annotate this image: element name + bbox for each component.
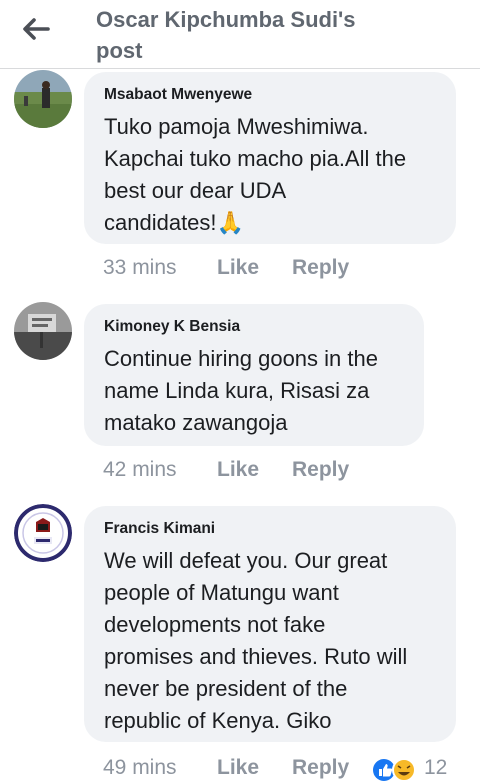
comment-line: We will defeat you. Our great — [104, 548, 388, 573]
pray-emoji: 🙏 — [216, 210, 244, 235]
comment-bubble[interactable]: Francis Kimani We will defeat you. Our g… — [84, 506, 456, 742]
comment-time[interactable]: 33 mins — [103, 256, 217, 280]
like-button[interactable]: Like — [217, 458, 292, 482]
title-line-1: Oscar Kipchumba Sudi's — [96, 7, 356, 32]
title-line-2: post — [96, 38, 143, 63]
like-button[interactable]: Like — [217, 756, 292, 780]
comment-line: Tuko pamoja Mweshimiwa. — [104, 114, 369, 139]
comment-bubble[interactable]: Kimoney K Bensia Continue hiring goons i… — [84, 304, 424, 446]
avatar[interactable] — [14, 70, 72, 128]
comment-line: developments not fake — [104, 612, 326, 637]
comment-line: republic of Kenya. Giko — [104, 708, 332, 733]
page-title: Oscar Kipchumba Sudi's post — [96, 4, 416, 66]
post-header: Oscar Kipchumba Sudi's post — [0, 0, 480, 69]
back-arrow-icon[interactable] — [18, 14, 54, 44]
comment-text: Tuko pamoja Mweshimiwa. Kapchai tuko mac… — [104, 111, 436, 239]
comment-text: We will defeat you. Our great people of … — [104, 545, 436, 737]
comment-author[interactable]: Kimoney K Bensia — [104, 317, 404, 337]
avatar[interactable] — [14, 302, 72, 360]
comment-line-text: candidates! — [104, 210, 217, 235]
reaction-icons — [373, 757, 416, 782]
like-button[interactable]: Like — [217, 256, 292, 280]
comment-line: never be president of the — [104, 676, 348, 701]
comment-line: best our dear UDA — [104, 178, 287, 203]
comment-line: matako zawangoja — [104, 410, 288, 435]
comment-meta: 49 mins Like Reply — [103, 756, 374, 780]
reactions-summary[interactable]: 12 — [372, 756, 447, 783]
comment-meta: 33 mins Like Reply — [103, 256, 374, 280]
comment-line: candidates!🙏 — [104, 207, 436, 239]
comment-author[interactable]: Msabaot Mwenyewe — [104, 85, 436, 105]
comment-author[interactable]: Francis Kimani — [104, 519, 436, 539]
reply-button[interactable]: Reply — [292, 756, 374, 780]
comment-text: Continue hiring goons in the name Linda … — [104, 343, 404, 439]
comment-time[interactable]: 49 mins — [103, 756, 217, 780]
reply-button[interactable]: Reply — [292, 256, 374, 280]
comment-bubble[interactable]: Msabaot Mwenyewe Tuko pamoja Mweshimiwa.… — [84, 72, 456, 244]
avatar[interactable] — [14, 504, 72, 562]
comment-line: Kapchai tuko macho pia.All the — [104, 146, 407, 171]
comment-line: Continue hiring goons in the — [104, 346, 378, 371]
comment-line: name Linda kura, Risasi za — [104, 378, 370, 403]
comment-line: people of Matungu want — [104, 580, 339, 605]
comment-meta: 42 mins Like Reply — [103, 458, 374, 482]
comment-line: promises and thieves. Ruto will — [104, 644, 408, 669]
comment-time[interactable]: 42 mins — [103, 458, 217, 482]
reaction-count: 12 — [424, 756, 448, 779]
reply-button[interactable]: Reply — [292, 458, 374, 482]
